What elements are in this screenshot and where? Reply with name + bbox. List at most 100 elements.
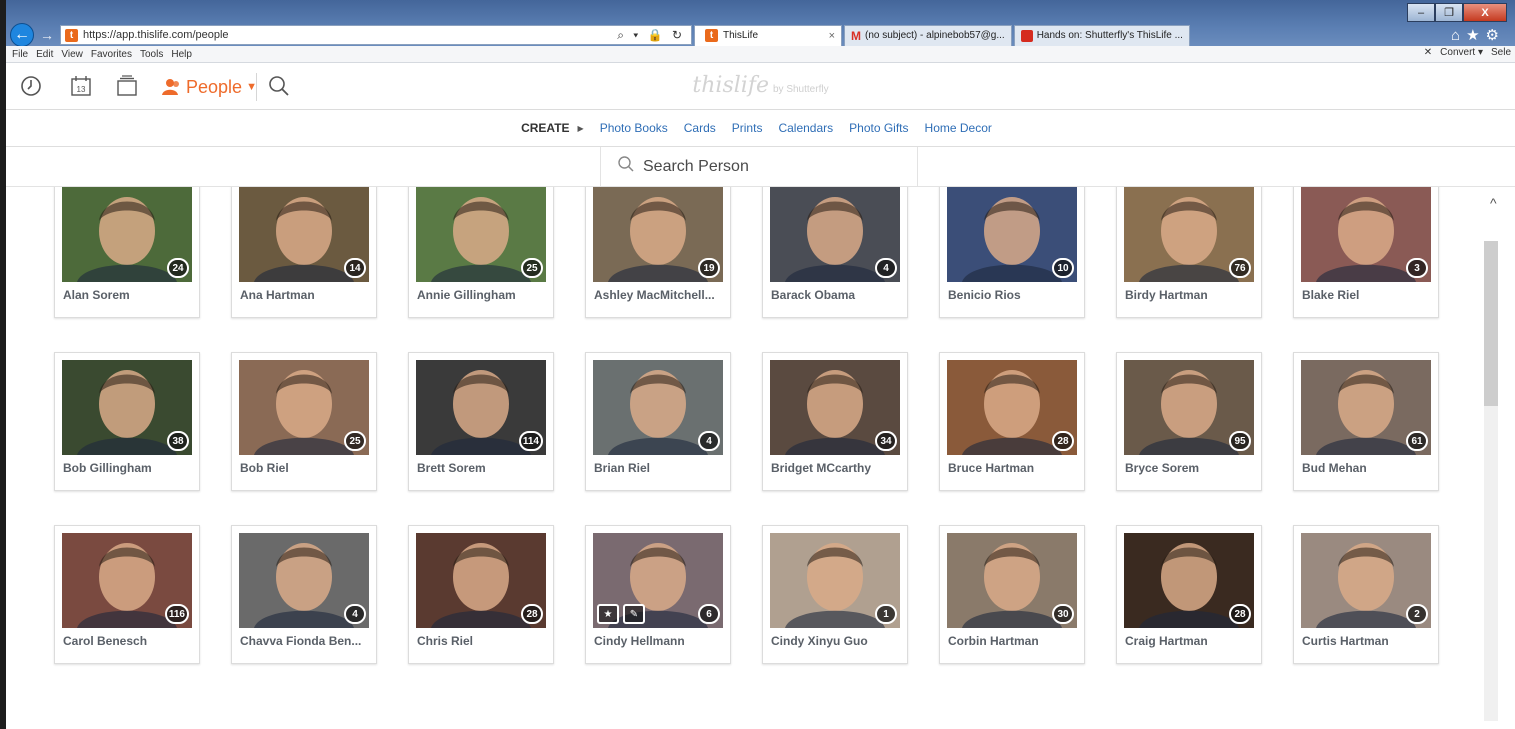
person-card[interactable]: 1 Cindy Xinyu Guo bbox=[762, 525, 908, 664]
person-name[interactable]: Chris Riel bbox=[417, 634, 547, 648]
person-card[interactable]: 34 Bridget MCcarthy bbox=[762, 352, 908, 491]
menu-favorites[interactable]: Favorites bbox=[91, 49, 132, 60]
home-icon[interactable]: ⌂ bbox=[1451, 27, 1466, 44]
person-photo[interactable]: 38 bbox=[62, 360, 192, 455]
person-card[interactable]: ★ ✎ 6 Cindy Hellmann bbox=[585, 525, 731, 664]
person-photo[interactable]: 10 bbox=[947, 187, 1077, 282]
person-card[interactable]: 25 Bob Riel bbox=[231, 352, 377, 491]
vertical-scrollbar[interactable]: ^ bbox=[1484, 187, 1515, 729]
close-tab-icon[interactable]: × bbox=[829, 30, 835, 42]
person-card[interactable]: 14 Ana Hartman bbox=[231, 187, 377, 318]
person-name[interactable]: Bob Riel bbox=[240, 461, 370, 475]
convert-button[interactable]: Convert ▾ bbox=[1440, 47, 1483, 58]
minimize-button[interactable]: – bbox=[1407, 3, 1435, 22]
person-photo[interactable]: 14 bbox=[239, 187, 369, 282]
person-name[interactable]: Bud Mehan bbox=[1302, 461, 1432, 475]
person-card[interactable]: 4 Brian Riel bbox=[585, 352, 731, 491]
person-name[interactable]: Annie Gillingham bbox=[417, 288, 547, 302]
person-card[interactable]: 25 Annie Gillingham bbox=[408, 187, 554, 318]
person-name[interactable]: Chavva Fionda Ben... bbox=[240, 634, 370, 648]
person-photo[interactable]: 95 bbox=[1124, 360, 1254, 455]
menu-tools[interactable]: Tools bbox=[140, 49, 163, 60]
person-name[interactable]: Curtis Hartman bbox=[1302, 634, 1432, 648]
create-link-photo-gifts[interactable]: Photo Gifts bbox=[849, 121, 908, 135]
person-photo[interactable]: 34 bbox=[770, 360, 900, 455]
person-photo[interactable]: 116 bbox=[62, 533, 192, 628]
search-person-input[interactable] bbox=[641, 156, 895, 177]
address-tools[interactable]: ⌕ ▾ 🔒 ↻ bbox=[229, 28, 691, 43]
create-link-photo-books[interactable]: Photo Books bbox=[600, 121, 668, 135]
person-photo[interactable]: 4 bbox=[770, 187, 900, 282]
person-name[interactable]: Bob Gillingham bbox=[63, 461, 193, 475]
gear-icon[interactable]: ⚙ bbox=[1486, 27, 1505, 44]
create-link-calendars[interactable]: Calendars bbox=[778, 121, 833, 135]
person-photo[interactable]: 28 bbox=[416, 533, 546, 628]
person-photo[interactable]: 1 bbox=[770, 533, 900, 628]
person-card[interactable]: 38 Bob Gillingham bbox=[54, 352, 200, 491]
person-card[interactable]: 114 Brett Sorem bbox=[408, 352, 554, 491]
person-card[interactable]: 95 Bryce Sorem bbox=[1116, 352, 1262, 491]
create-link-cards[interactable]: Cards bbox=[684, 121, 716, 135]
person-name[interactable]: Barack Obama bbox=[771, 288, 901, 302]
person-name[interactable]: Alan Sorem bbox=[63, 288, 193, 302]
person-card[interactable]: 24 Alan Sorem bbox=[54, 187, 200, 318]
person-photo[interactable]: 24 bbox=[62, 187, 192, 282]
person-card[interactable]: 116 Carol Benesch bbox=[54, 525, 200, 664]
tab-gmail[interactable]: M (no subject) - alpinebob57@g... bbox=[844, 24, 1012, 46]
close-window-button[interactable]: X bbox=[1463, 3, 1507, 22]
tab-thislife[interactable]: t ThisLife × bbox=[694, 24, 842, 46]
person-name[interactable]: Bridget MCcarthy bbox=[771, 461, 901, 475]
person-name[interactable]: Brian Riel bbox=[594, 461, 724, 475]
person-photo[interactable]: 28 bbox=[947, 360, 1077, 455]
create-link-prints[interactable]: Prints bbox=[732, 121, 763, 135]
person-photo[interactable]: 4 bbox=[239, 533, 369, 628]
person-photo[interactable]: 19 bbox=[593, 187, 723, 282]
person-photo[interactable]: 30 bbox=[947, 533, 1077, 628]
person-name[interactable]: Corbin Hartman bbox=[948, 634, 1078, 648]
person-photo[interactable]: 76 bbox=[1124, 187, 1254, 282]
person-photo[interactable]: 2 bbox=[1301, 533, 1431, 628]
person-name[interactable]: Cindy Hellmann bbox=[594, 634, 724, 648]
person-card[interactable]: 28 Chris Riel bbox=[408, 525, 554, 664]
person-card[interactable]: 2 Curtis Hartman bbox=[1293, 525, 1439, 664]
star-icon[interactable]: ★ bbox=[1466, 27, 1485, 44]
restore-button[interactable]: ❐ bbox=[1435, 3, 1463, 22]
person-card[interactable]: 19 Ashley MacMitchell... bbox=[585, 187, 731, 318]
person-photo[interactable]: 61 bbox=[1301, 360, 1431, 455]
person-name[interactable]: Ashley MacMitchell... bbox=[594, 288, 724, 302]
edit-icon[interactable]: ✎ bbox=[623, 604, 645, 624]
person-card[interactable]: 76 Birdy Hartman bbox=[1116, 187, 1262, 318]
person-name[interactable]: Ana Hartman bbox=[240, 288, 370, 302]
menu-file[interactable]: File bbox=[12, 49, 28, 60]
close-toolbar-button[interactable]: ✕ bbox=[1424, 47, 1432, 58]
person-name[interactable]: Benicio Rios bbox=[948, 288, 1078, 302]
person-name[interactable]: Birdy Hartman bbox=[1125, 288, 1255, 302]
person-name[interactable]: Craig Hartman bbox=[1125, 634, 1255, 648]
person-photo[interactable]: 25 bbox=[239, 360, 369, 455]
person-photo[interactable]: 114 bbox=[416, 360, 546, 455]
menu-help[interactable]: Help bbox=[171, 49, 192, 60]
person-name[interactable]: Bruce Hartman bbox=[948, 461, 1078, 475]
menu-view[interactable]: View bbox=[61, 49, 83, 60]
person-photo[interactable]: 4 bbox=[593, 360, 723, 455]
person-name[interactable]: Bryce Sorem bbox=[1125, 461, 1255, 475]
person-photo[interactable]: ★ ✎ 6 bbox=[593, 533, 723, 628]
person-name[interactable]: Brett Sorem bbox=[417, 461, 547, 475]
menu-edit[interactable]: Edit bbox=[36, 49, 53, 60]
person-card[interactable]: 4 Barack Obama bbox=[762, 187, 908, 318]
back-button[interactable]: ← bbox=[10, 23, 34, 47]
forward-button[interactable]: → bbox=[40, 27, 54, 43]
select-button[interactable]: Sele bbox=[1491, 47, 1511, 58]
person-card[interactable]: 4 Chavva Fionda Ben... bbox=[231, 525, 377, 664]
person-photo[interactable]: 25 bbox=[416, 187, 546, 282]
person-name[interactable]: Blake Riel bbox=[1302, 288, 1432, 302]
star-icon[interactable]: ★ bbox=[597, 604, 619, 624]
chevron-up-icon[interactable]: ^ bbox=[1490, 195, 1497, 211]
person-card[interactable]: 3 Blake Riel bbox=[1293, 187, 1439, 318]
person-card[interactable]: 30 Corbin Hartman bbox=[939, 525, 1085, 664]
person-card[interactable]: 28 Craig Hartman bbox=[1116, 525, 1262, 664]
address-bar[interactable]: t https://app.thislife.com/people ⌕ ▾ 🔒 … bbox=[60, 25, 692, 45]
person-card[interactable]: 10 Benicio Rios bbox=[939, 187, 1085, 318]
person-card[interactable]: 28 Bruce Hartman bbox=[939, 352, 1085, 491]
person-photo[interactable]: 28 bbox=[1124, 533, 1254, 628]
